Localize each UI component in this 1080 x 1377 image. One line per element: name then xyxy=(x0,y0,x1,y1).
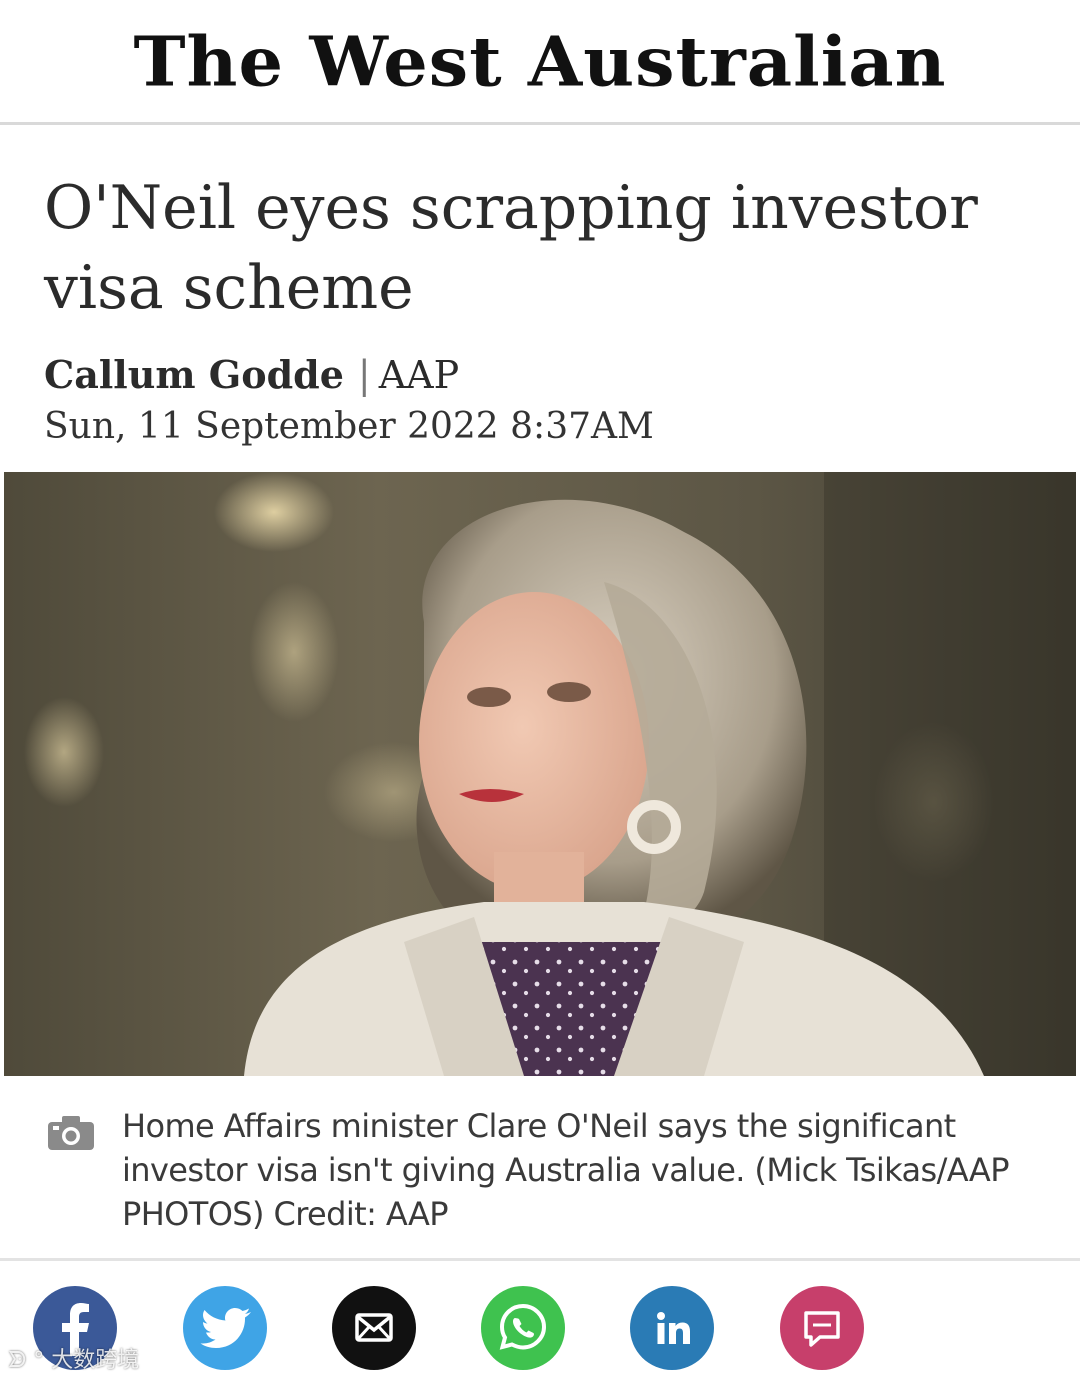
photo-caption: Home Affairs minister Clare O'Neil says … xyxy=(122,1107,1010,1233)
masthead-logo[interactable]: The West Australian xyxy=(133,20,946,101)
source-name: AAP xyxy=(378,353,460,397)
whatsapp-icon xyxy=(499,1303,547,1350)
masthead-divider xyxy=(0,122,1080,125)
watermark-logo-icon: ᗦ ° xyxy=(8,1348,52,1373)
portrait-illustration xyxy=(4,472,1076,1076)
share-bar xyxy=(0,1286,1080,1370)
masthead: The West Australian xyxy=(0,0,1080,122)
twitter-icon xyxy=(200,1308,251,1348)
share-whatsapp-button[interactable] xyxy=(481,1286,565,1370)
email-icon xyxy=(355,1313,393,1342)
share-linkedin-button[interactable] xyxy=(630,1286,714,1370)
watermark: ᗦ ° 大数跨境 xyxy=(8,1342,139,1374)
author-name[interactable]: Callum Godde xyxy=(44,352,344,397)
share-comment-button[interactable] xyxy=(780,1286,864,1370)
comment-icon xyxy=(804,1311,840,1347)
share-twitter-button[interactable] xyxy=(183,1286,267,1370)
publish-date: Sun, 11 September 2022 8:37AM xyxy=(44,406,654,447)
article-photo[interactable] xyxy=(4,472,1076,1076)
caption-divider xyxy=(0,1258,1080,1261)
byline: Callum Godde | AAP xyxy=(44,350,459,400)
article-headline: O'Neil eyes scrapping investor visa sche… xyxy=(44,173,978,323)
watermark-text: 大数跨境 xyxy=(51,1348,140,1373)
share-email-button[interactable] xyxy=(332,1286,416,1370)
byline-separator: | xyxy=(357,353,371,397)
camera-icon xyxy=(48,1116,94,1150)
linkedin-icon xyxy=(657,1312,690,1344)
